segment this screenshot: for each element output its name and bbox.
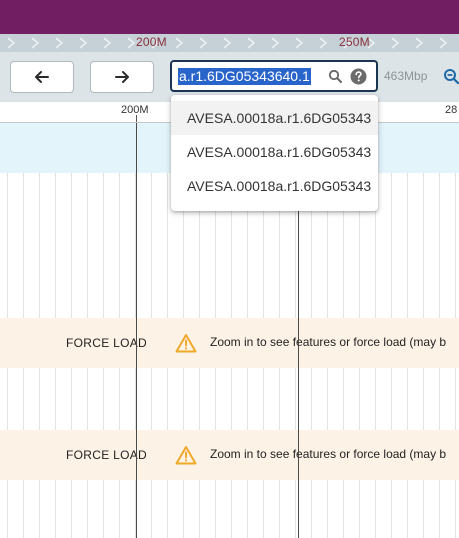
chevron-right-icon [55, 37, 64, 49]
autocomplete-option[interactable]: AVESA.00018a.r1.6DG05343 [171, 135, 378, 169]
track-force-load-row: FORCE LOAD Zoom in to see features or fo… [0, 318, 459, 368]
overview-label-200m: 200M [136, 35, 167, 49]
zoom-in-message: Zoom in to see features or force load (m… [210, 447, 447, 461]
pan-back-button[interactable] [10, 61, 74, 93]
track-force-load-row: FORCE LOAD Zoom in to see features or fo… [0, 430, 459, 480]
chevron-right-icon [199, 37, 208, 49]
genome-browser: 200M 250M a.r1.6DG05343640.1 463Mbp 200M… [0, 0, 459, 538]
force-load-button[interactable]: FORCE LOAD [58, 446, 155, 464]
arrow-left-icon [35, 71, 49, 83]
search-icon[interactable] [328, 69, 343, 89]
app-header-bar [0, 0, 459, 34]
chevron-right-icon [271, 37, 280, 49]
chevron-right-icon [391, 37, 400, 49]
warning-icon [175, 333, 197, 358]
autocomplete-option[interactable]: AVESA.00018a.r1.6DG05343 [171, 101, 378, 135]
force-load-button[interactable]: FORCE LOAD [58, 334, 155, 352]
pan-forward-button[interactable] [90, 61, 154, 93]
zoom-icon[interactable] [443, 68, 459, 91]
chevron-right-icon [31, 37, 40, 49]
chevron-right-icon [7, 37, 16, 49]
chevron-right-icon [415, 37, 424, 49]
chevron-right-icon [319, 37, 328, 49]
chevron-right-icon [439, 37, 448, 49]
assembly-size-label: 463Mbp [384, 69, 428, 83]
location-autocomplete-menu: AVESA.00018a.r1.6DG05343 AVESA.00018a.r1… [171, 95, 378, 211]
chevron-right-icon [223, 37, 232, 49]
zoom-in-message: Zoom in to see features or force load (m… [210, 335, 447, 349]
overview-scale-bar[interactable]: 200M 250M [0, 34, 459, 52]
chevron-right-icon [103, 37, 112, 49]
ruler-label-28: 28 [445, 104, 458, 116]
chevron-right-icon [295, 37, 304, 49]
autocomplete-option[interactable]: AVESA.00018a.r1.6DG05343 [171, 169, 378, 203]
warning-icon [175, 445, 197, 470]
help-icon[interactable] [350, 68, 367, 90]
location-search-input[interactable]: a.r1.6DG05343640.1 [170, 60, 378, 92]
chevron-right-icon [247, 37, 256, 49]
ruler-label-200m: 200M [121, 104, 149, 116]
overview-label-250m: 250M [339, 35, 370, 49]
major-grid-line [136, 123, 137, 538]
arrow-right-icon [115, 71, 129, 83]
chevron-right-icon [79, 37, 88, 49]
chevron-right-icon [175, 37, 184, 49]
ruler-tick [136, 115, 137, 122]
location-search-value: a.r1.6DG05343640.1 [178, 68, 311, 85]
